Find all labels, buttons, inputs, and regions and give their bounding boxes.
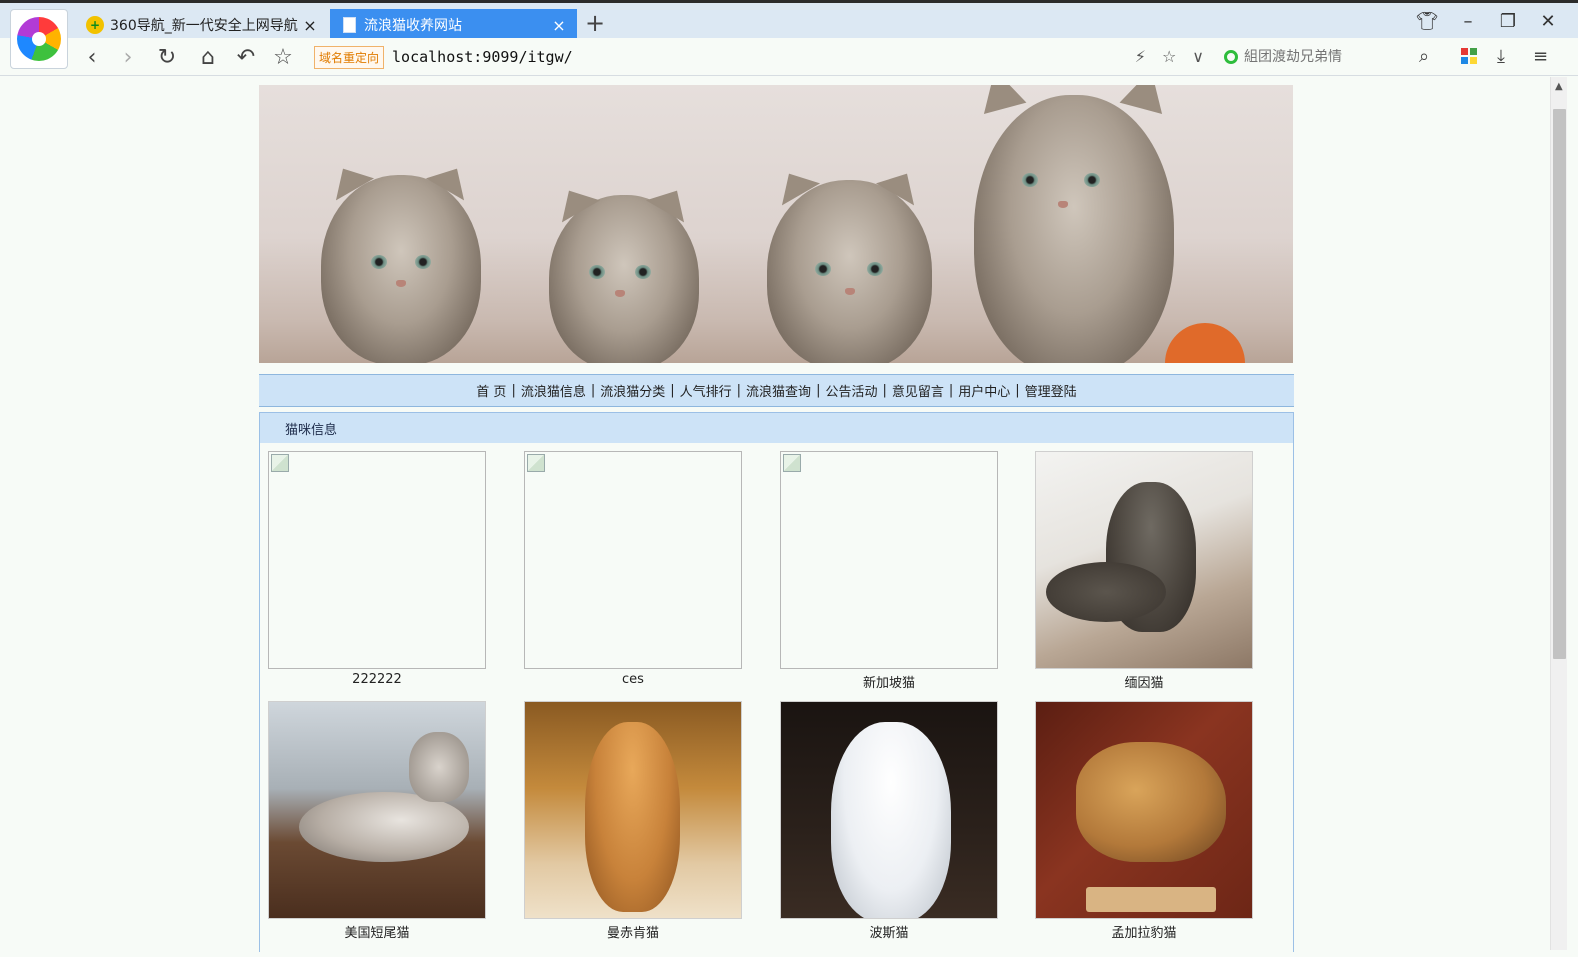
cat-card[interactable]: 美国短尾猫 <box>268 701 486 941</box>
lightning-icon[interactable]: ⚡︎ <box>1135 47 1146 66</box>
cat-card[interactable]: 222222 <box>268 451 486 687</box>
cat-card[interactable]: 缅因猫 <box>1035 451 1253 691</box>
tab-strip: + 360导航_新一代安全上网导航 × 流浪猫收养网站 × + 👕︎ – ❐ ✕ <box>0 0 1578 41</box>
kitten-3 <box>767 162 932 363</box>
forward-button[interactable]: › <box>113 42 143 72</box>
cat-name[interactable]: 新加坡猫 <box>780 672 998 691</box>
page-content: 首 页 | 流浪猫信息 | 流浪猫分类 | 人气排行 | 流浪猫查询 | 公告活动 | 意见… <box>259 85 1294 952</box>
section-title: 猫咪信息 <box>260 413 1293 443</box>
browser-logo-icon <box>17 17 61 61</box>
download-icon[interactable]: ⤓ <box>1497 46 1505 67</box>
skin-shirt-icon[interactable]: 👕︎ <box>1412 11 1442 32</box>
broken-image-icon[interactable] <box>524 451 742 669</box>
undo-close-tab-button[interactable]: ↶ <box>231 42 261 72</box>
nav-cat-info[interactable]: 流浪猫信息 <box>519 381 588 400</box>
orange-blanket <box>1165 323 1245 363</box>
broken-image-icon[interactable] <box>268 451 486 669</box>
cat-card[interactable]: ces <box>524 451 742 687</box>
cat-name[interactable]: 孟加拉豹猫 <box>1035 922 1253 941</box>
scroll-up-icon[interactable]: ▲ <box>1555 81 1563 92</box>
home-button[interactable]: ⌂ <box>193 42 223 72</box>
nav-home[interactable]: 首 页 <box>474 381 508 400</box>
cat-card[interactable]: 新加坡猫 <box>780 451 998 691</box>
kitten-4 <box>973 85 1174 363</box>
close-icon[interactable]: × <box>302 16 318 35</box>
cat-card[interactable]: 波斯猫 <box>780 701 998 941</box>
nav-popular-ranking[interactable]: 人气排行 <box>678 381 734 400</box>
browser-toolbar: ‹ › ↻ ⌂ ↶ ☆ 域名重定向 ⚡︎ ☆ ∨ ⌕ ⤓ ≡ <box>0 38 1578 76</box>
page-icon <box>340 16 358 34</box>
cat-card[interactable]: 孟加拉豹猫 <box>1035 701 1253 941</box>
close-icon[interactable]: × <box>551 16 567 35</box>
tab-title: 360导航_新一代安全上网导航 <box>110 18 298 34</box>
scroll-thumb[interactable] <box>1553 109 1566 659</box>
bookmark-star-icon[interactable]: ☆ <box>268 42 298 72</box>
american-bobtail-photo[interactable] <box>268 701 486 919</box>
url-input[interactable] <box>392 48 1093 66</box>
apps-grid-icon[interactable] <box>1461 48 1477 64</box>
browser-logo[interactable] <box>10 9 68 69</box>
menu-icon[interactable]: ≡ <box>1533 46 1548 67</box>
tab-360-nav[interactable]: + 360导航_新一代安全上网导航 × <box>76 9 328 41</box>
cat-name[interactable]: ces <box>524 672 742 687</box>
search-box[interactable] <box>1218 42 1440 72</box>
chevron-down-icon[interactable]: ∨ <box>1192 47 1204 66</box>
cat-name[interactable]: 缅因猫 <box>1035 672 1253 691</box>
nav-user-center[interactable]: 用户中心 <box>956 381 1012 400</box>
plus-shield-icon: + <box>86 16 104 34</box>
bengal-photo[interactable] <box>1035 701 1253 919</box>
cat-name[interactable]: 波斯猫 <box>780 922 998 941</box>
nav-announcements[interactable]: 公告活动 <box>823 381 879 400</box>
new-tab-button[interactable]: + <box>585 9 605 37</box>
tab-cat-adoption[interactable]: 流浪猫收养网站 × <box>330 9 577 41</box>
address-bar[interactable]: 域名重定向 ⚡︎ ☆ ∨ <box>314 42 1210 72</box>
window-close-button[interactable]: ✕ <box>1533 11 1563 32</box>
maine-coon-photo[interactable] <box>1035 451 1253 669</box>
cat-info-panel: 猫咪信息 222222 ces 新加坡猫 缅因猫 美国短尾猫 曼赤肯猫 波斯猫 … <box>259 412 1294 952</box>
minimize-button[interactable]: – <box>1453 11 1483 32</box>
nav-admin-login[interactable]: 管理登陆 <box>1023 381 1079 400</box>
search-icon[interactable]: ⌕ <box>1419 46 1429 67</box>
search-input[interactable] <box>1244 49 1414 65</box>
restore-button[interactable]: ❐ <box>1493 11 1523 32</box>
redirect-badge[interactable]: 域名重定向 <box>314 45 385 69</box>
favorite-star-icon[interactable]: ☆ <box>1162 47 1176 66</box>
main-nav: 首 页 | 流浪猫信息 | 流浪猫分类 | 人气排行 | 流浪猫查询 | 公告活动 | 意见… <box>259 374 1294 407</box>
kitten-2 <box>549 179 699 363</box>
reload-button[interactable]: ↻ <box>152 42 182 72</box>
back-button[interactable]: ‹ <box>77 42 107 72</box>
cat-name[interactable]: 曼赤肯猫 <box>524 922 742 941</box>
munchkin-photo[interactable] <box>524 701 742 919</box>
cat-card[interactable]: 曼赤肯猫 <box>524 701 742 941</box>
cat-name[interactable]: 美国短尾猫 <box>268 922 486 941</box>
persian-photo[interactable] <box>780 701 998 919</box>
banner-image <box>259 85 1293 363</box>
nav-cat-search[interactable]: 流浪猫查询 <box>744 381 813 400</box>
search-engine-icon <box>1224 50 1238 64</box>
kitten-1 <box>321 157 481 363</box>
nav-feedback[interactable]: 意见留言 <box>890 381 946 400</box>
broken-image-icon[interactable] <box>780 451 998 669</box>
cat-name[interactable]: 222222 <box>268 672 486 687</box>
tab-title: 流浪猫收养网站 <box>364 18 462 34</box>
nav-cat-category[interactable]: 流浪猫分类 <box>598 381 667 400</box>
vertical-scrollbar[interactable]: ▲ <box>1550 77 1567 950</box>
